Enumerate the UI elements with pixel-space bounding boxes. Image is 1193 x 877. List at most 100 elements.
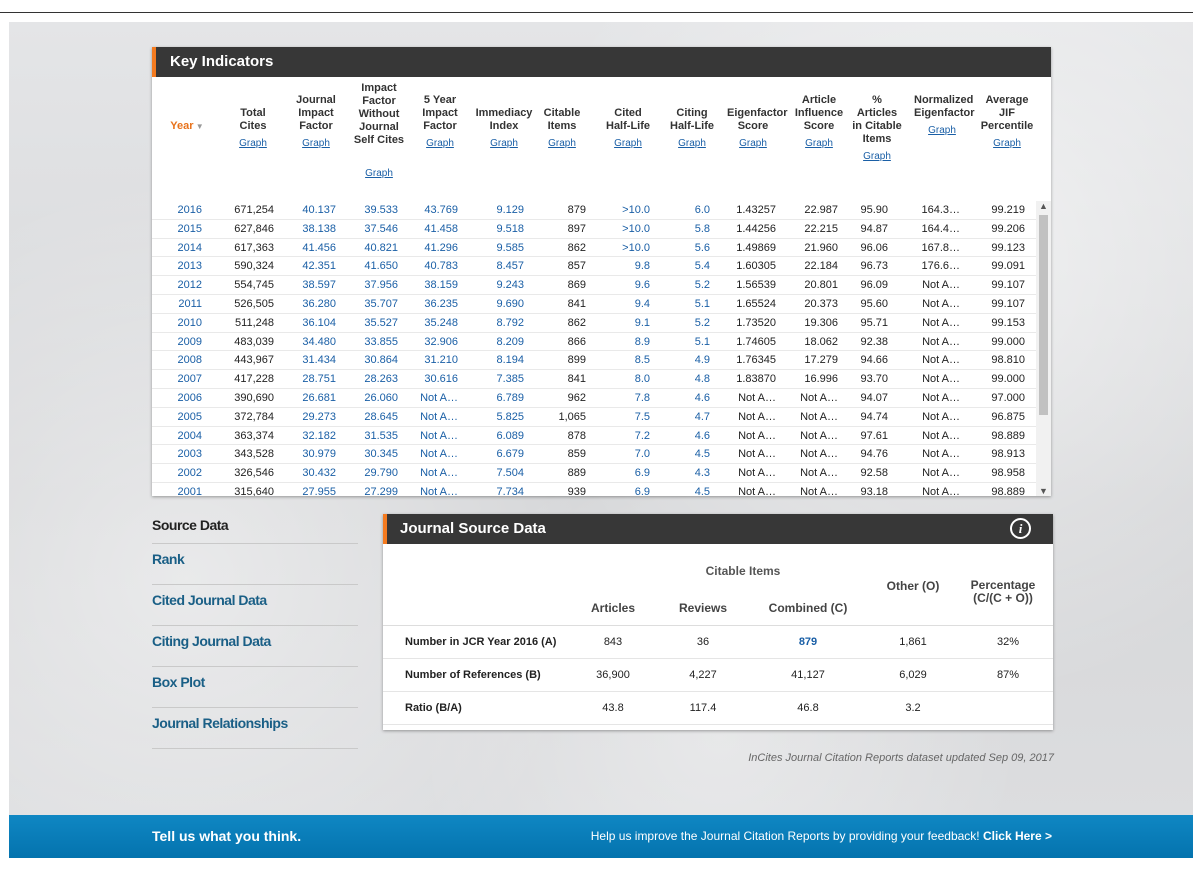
column-header-7[interactable]: Cited Half-Life Graph [603,107,653,150]
column-header-4[interactable]: 5 Year Impact Factor Graph [415,94,465,150]
table-cell: 26.060 [364,391,398,404]
table-cell: 7.0 [634,448,650,461]
scroll-down-icon[interactable]: ▼ [1036,486,1051,496]
key-indicators-panel: Key Indicators Year ▼ Total Cites Graph Jou… [152,47,1051,496]
table-cell: 5.4 [694,260,710,273]
table-cell: 99.000 [991,335,1025,348]
table-cell: 5.825 [496,410,524,423]
column-header-11[interactable]: % Articles in Citable Items Graph [852,94,902,163]
graph-link[interactable]: Graph [415,137,465,150]
table-cell: 99.206 [991,222,1025,235]
table-cell: 41.458 [424,222,458,235]
column-header-12[interactable]: Normalized Eigenfactor Graph [914,94,975,137]
info-icon[interactable]: i [1010,518,1031,539]
nav-item-cited-journal-data[interactable]: Cited Journal Data [152,585,358,626]
table-cell: 6.089 [496,429,524,442]
table-cell: 27.955 [302,485,336,496]
column-header-5[interactable]: Immediacy Index Graph [475,107,533,150]
table-cell: Not A… [922,373,960,386]
table-cell: 2004 [177,429,202,442]
table-cell: 92.58 [860,467,888,480]
graph-link[interactable]: Graph [914,124,970,137]
table-cell: Not A… [922,467,960,480]
column-header-9[interactable]: Eigenfactor Score Graph [727,107,788,150]
column-header-3[interactable]: Impact Factor Without Journal Self Cites… [353,82,405,180]
click-here-link[interactable]: Click Here > [983,829,1052,843]
graph-link[interactable]: Graph [852,150,902,163]
column-header-2[interactable]: Journal Impact Factor Graph [291,94,341,150]
table-cell: 98.958 [991,467,1025,480]
graph-link[interactable]: Graph [603,137,653,150]
row-value: 87% [996,669,1020,681]
table-cell: 5.1 [694,297,710,310]
journal-source-data-title-text: Journal Source Data [400,520,546,537]
column-header-13[interactable]: Average JIF Percentile Graph [979,94,1035,150]
table-cell: 42.351 [302,260,336,273]
table-cell: 2005 [177,410,202,423]
column-header-10[interactable]: Article Influence Score Graph [793,94,845,150]
table-cell: 5.2 [694,279,710,292]
graph-link[interactable]: Graph [353,167,405,180]
table-row: 2006 390,690 26.681 26.060 Not A… 6.789 962 7.8… [152,389,1036,408]
column-header-label: Year [170,120,194,132]
table-scrollbar[interactable]: ▲ ▼ [1036,201,1051,496]
table-cell: 94.87 [860,222,888,235]
table-cell: 94.74 [860,410,888,423]
feedback-footer: Tell us what you think. Help us improve … [9,815,1193,858]
table-cell: 28.751 [302,373,336,386]
table-cell: 93.70 [860,373,888,386]
column-header-0[interactable]: Year ▼ [157,120,217,133]
column-header-8[interactable]: Citing Half-Life Graph [667,107,717,150]
row-value: 117.4 [689,702,717,714]
table-cell: Not A… [800,429,838,442]
graph-link[interactable]: Graph [979,137,1035,150]
table-cell: Not A… [922,335,960,348]
graph-link[interactable]: Graph [539,137,585,150]
column-header-label: 5 Year Impact Factor [422,94,458,132]
nav-item-rank[interactable]: Rank [152,544,358,585]
table-cell: 95.90 [860,204,888,216]
scroll-up-icon[interactable]: ▲ [1036,201,1051,211]
table-cell: 4.3 [694,467,710,480]
table-cell: 30.345 [364,448,398,461]
graph-link[interactable]: Graph [227,137,279,150]
table-cell: 36.235 [424,297,458,310]
source-data-row: Number in JCR Year 2016 (A) 843 36 879 1,861… [383,626,1053,659]
table-cell: 30.864 [364,354,398,367]
row-label: Ratio (B/A) [405,702,462,714]
table-cell: 4.8 [694,373,710,386]
table-cell: Not A… [738,391,776,404]
row-value[interactable]: 879 [778,636,838,648]
graph-link[interactable]: Graph [727,137,779,150]
scrollbar-thumb[interactable] [1039,215,1048,415]
table-cell: 30.616 [424,373,458,386]
column-header-label: Impact Factor Without Journal Self Cites [353,82,405,146]
nav-item-journal-relationships[interactable]: Journal Relationships [152,708,358,749]
table-cell: 32.182 [302,429,336,442]
journal-source-data-title: Journal Source Data i [383,514,1053,544]
graph-link[interactable]: Graph [667,137,717,150]
sort-down-icon[interactable]: ▼ [194,122,204,131]
table-cell: 4.5 [694,485,710,496]
left-navigation: Source Data Rank Cited Journal Data Citing … [152,510,358,749]
table-cell: 164.3… [921,204,960,216]
journal-source-data-panel: Journal Source Data i Citable Items Arti… [383,514,1053,730]
nav-item-source-data[interactable]: Source Data [152,510,358,544]
graph-link[interactable]: Graph [475,137,533,150]
key-indicators-table-body[interactable]: 2016 671,254 40.137 39.533 43.769 9.129 879 >10… [152,201,1036,496]
table-cell: 97.61 [860,429,888,442]
graph-link[interactable]: Graph [793,137,845,150]
table-cell: 21.960 [804,241,838,254]
nav-item-citing-journal-data[interactable]: Citing Journal Data [152,626,358,667]
table-cell: 96.09 [860,279,888,292]
table-cell: 40.783 [424,260,458,273]
table-cell: 2016 [177,204,202,216]
table-cell: 939 [567,485,586,496]
column-header-1[interactable]: Total Cites Graph [227,107,279,150]
table-cell: Not A… [420,467,458,480]
column-header-6[interactable]: Citable Items Graph [539,107,585,150]
table-row: 2008 443,967 31.434 30.864 31.210 8.194 899 8.5… [152,351,1036,371]
graph-link[interactable]: Graph [291,137,341,150]
nav-item-box-plot[interactable]: Box Plot [152,667,358,708]
table-cell: 29.273 [302,410,336,423]
